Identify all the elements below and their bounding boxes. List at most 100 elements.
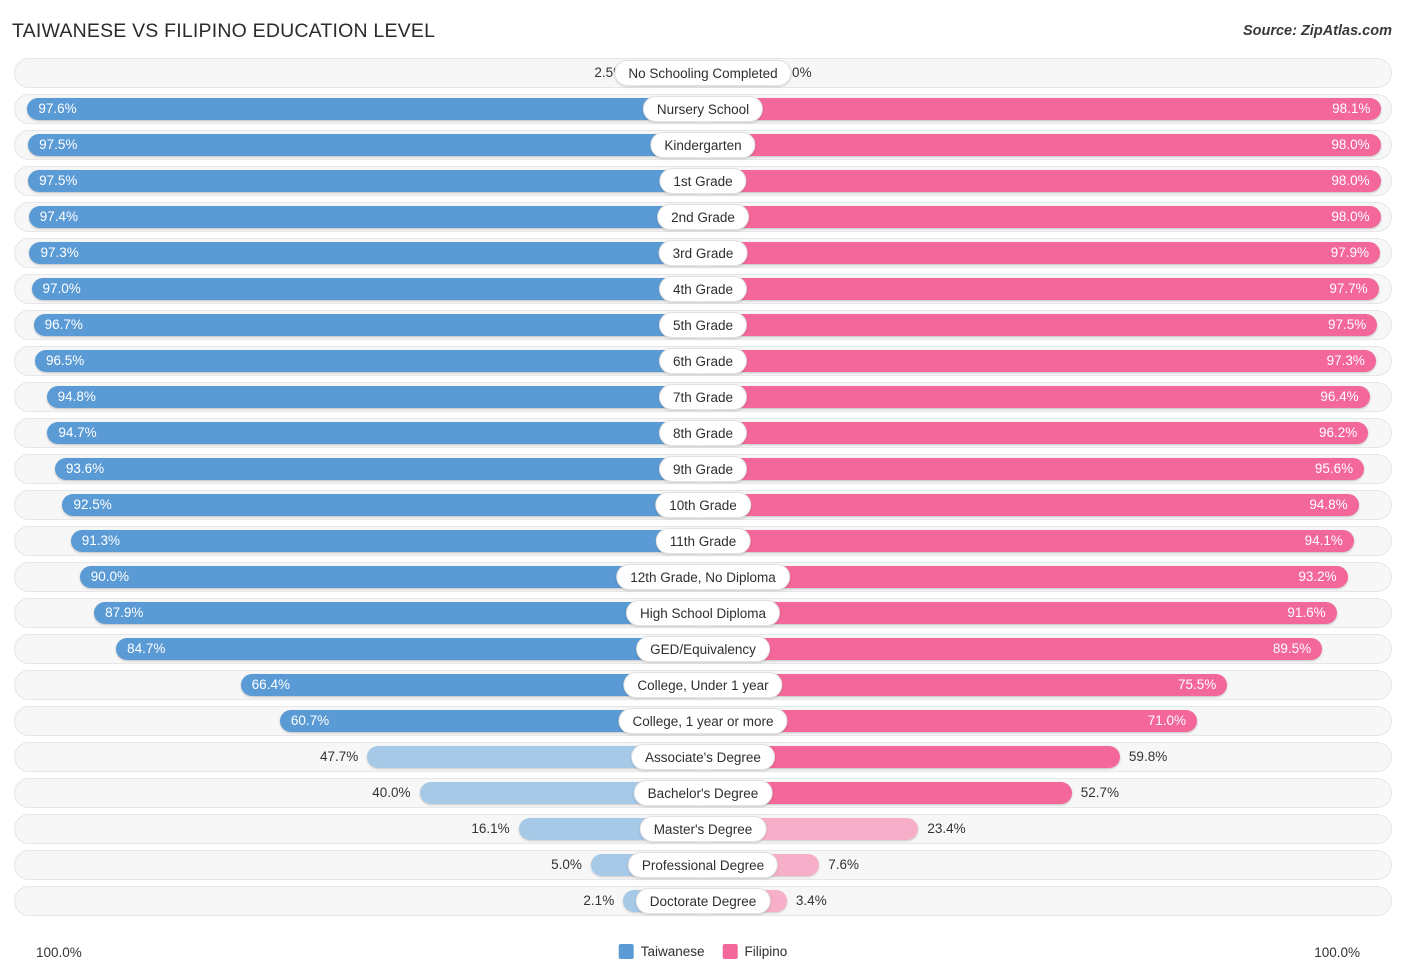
legend-swatch-icon: [618, 944, 634, 959]
category-label: 5th Grade: [658, 312, 748, 338]
bar-taiwanese[interactable]: 97.4%: [28, 206, 703, 228]
bar-taiwanese[interactable]: 87.9%: [94, 602, 703, 624]
bar-value-taiwanese: 97.5%: [39, 137, 78, 152]
legend-label: Filipino: [744, 944, 788, 959]
row-right-half: 2.0%: [703, 59, 1391, 87]
chart-row: 97.0% 97.7% 4th Grade: [14, 274, 1392, 304]
bar-taiwanese[interactable]: 97.6%: [27, 98, 703, 120]
bar-value-filipino: 93.2%: [1298, 569, 1337, 584]
bar-filipino[interactable]: 98.0%: [703, 206, 1381, 228]
bar-taiwanese[interactable]: 96.7%: [33, 314, 703, 336]
bar-filipino[interactable]: 98.1%: [703, 98, 1382, 120]
bar-taiwanese[interactable]: 94.8%: [46, 386, 703, 408]
row-left-half: 87.9%: [15, 599, 703, 627]
row-left-half: 94.8%: [15, 383, 703, 411]
row-right-half: 7.6%: [703, 851, 1391, 879]
bar-taiwanese[interactable]: 97.0%: [31, 278, 703, 300]
bar-value-taiwanese: 97.6%: [38, 101, 77, 116]
bar-value-filipino: 3.4%: [795, 893, 827, 908]
bar-taiwanese[interactable]: 94.7%: [47, 422, 703, 444]
bar-filipino[interactable]: 97.9%: [703, 242, 1380, 264]
category-label: 2nd Grade: [657, 204, 749, 230]
category-label: 3rd Grade: [658, 240, 748, 266]
bar-value-filipino: 98.0%: [1331, 173, 1370, 188]
category-label: Professional Degree: [627, 852, 779, 878]
legend-item[interactable]: Filipino: [722, 944, 788, 959]
bar-filipino[interactable]: 98.0%: [703, 134, 1381, 156]
bar-filipino[interactable]: 91.6%: [703, 602, 1337, 624]
axis-label-left: 100.0%: [36, 945, 82, 960]
bar-taiwanese[interactable]: 96.5%: [34, 350, 703, 372]
bar-value-filipino: 98.0%: [1331, 209, 1370, 224]
row-left-half: 97.5%: [15, 167, 703, 195]
bar-value-filipino: 75.5%: [1177, 677, 1217, 692]
bar-filipino[interactable]: 94.8%: [703, 494, 1359, 516]
chart-row: 93.6% 95.6% 9th Grade: [14, 454, 1392, 484]
bar-value-taiwanese: 93.6%: [65, 461, 105, 476]
row-right-half: 75.5%: [703, 671, 1391, 699]
chart-page: TAIWANESE VS FILIPINO EDUCATION LEVEL So…: [0, 0, 1406, 975]
bar-filipino[interactable]: 94.1%: [703, 530, 1354, 552]
row-left-half: 97.5%: [15, 131, 703, 159]
chart-row: 66.4% 75.5% College, Under 1 year: [14, 670, 1392, 700]
bar-taiwanese[interactable]: 97.5%: [28, 170, 703, 192]
row-right-half: 96.4%: [703, 383, 1391, 411]
source-attribution: Source: ZipAtlas.com: [1242, 23, 1392, 39]
chart-row: 97.6% 98.1% Nursery School: [14, 94, 1392, 124]
bar-filipino[interactable]: 93.2%: [703, 566, 1348, 588]
bar-taiwanese[interactable]: 84.7%: [116, 638, 703, 660]
row-left-half: 16.1%: [15, 815, 703, 843]
category-label: 6th Grade: [658, 348, 748, 374]
chart-row: 94.7% 96.2% 8th Grade: [14, 418, 1392, 448]
bar-filipino[interactable]: 98.0%: [703, 170, 1381, 192]
row-left-half: 92.5%: [15, 491, 703, 519]
chart-row: 16.1% 23.4% Master's Degree: [14, 814, 1392, 844]
chart-row: 97.5% 98.0% 1st Grade: [14, 166, 1392, 196]
bar-value-taiwanese: 97.0%: [42, 281, 81, 296]
bar-value-taiwanese: 96.5%: [45, 353, 85, 368]
bar-value-taiwanese: 40.0%: [372, 785, 411, 800]
row-right-half: 59.8%: [703, 743, 1391, 771]
bar-value-filipino: 97.5%: [1327, 317, 1367, 332]
chart-row: 5.0% 7.6% Professional Degree: [14, 850, 1392, 880]
bar-value-filipino: 94.1%: [1304, 533, 1343, 548]
bar-value-filipino: 91.6%: [1287, 605, 1326, 620]
chart-row: 97.3% 97.9% 3rd Grade: [14, 238, 1392, 268]
bar-taiwanese[interactable]: 97.3%: [29, 242, 703, 264]
bar-filipino[interactable]: 96.2%: [703, 422, 1369, 444]
row-right-half: 52.7%: [703, 779, 1391, 807]
bar-taiwanese[interactable]: 93.6%: [54, 458, 703, 480]
row-left-half: 94.7%: [15, 419, 703, 447]
row-right-half: 91.6%: [703, 599, 1391, 627]
bar-filipino[interactable]: 97.5%: [703, 314, 1378, 336]
bar-filipino[interactable]: 96.4%: [703, 386, 1370, 408]
legend-swatch-icon: [722, 944, 738, 959]
row-right-half: 97.5%: [703, 311, 1391, 339]
bar-filipino[interactable]: 95.6%: [703, 458, 1365, 480]
chart-row: 2.1% 3.4% Doctorate Degree: [14, 886, 1392, 916]
row-right-half: 98.0%: [703, 203, 1391, 231]
category-label: 10th Grade: [655, 492, 751, 518]
bar-filipino[interactable]: 97.7%: [703, 278, 1379, 300]
bar-filipino[interactable]: 97.3%: [703, 350, 1376, 372]
category-label: Master's Degree: [639, 816, 767, 842]
chart-row: 40.0% 52.7% Bachelor's Degree: [14, 778, 1392, 808]
bar-taiwanese[interactable]: 92.5%: [62, 494, 703, 516]
bar-value-taiwanese: 92.5%: [73, 497, 112, 512]
bar-taiwanese[interactable]: 97.5%: [28, 134, 703, 156]
chart-row: 60.7% 71.0% College, 1 year or more: [14, 706, 1392, 736]
legend-item[interactable]: Taiwanese: [618, 944, 705, 959]
bar-taiwanese[interactable]: 91.3%: [70, 530, 703, 552]
row-left-half: 97.4%: [15, 203, 703, 231]
row-left-half: 2.1%: [15, 887, 703, 915]
bar-filipino[interactable]: 89.5%: [703, 638, 1323, 660]
legend-label: Taiwanese: [640, 944, 705, 959]
bar-value-filipino: 52.7%: [1080, 785, 1120, 800]
chart-row: 84.7% 89.5% GED/Equivalency: [14, 634, 1392, 664]
row-right-half: 89.5%: [703, 635, 1391, 663]
bar-value-filipino: 97.3%: [1326, 353, 1365, 368]
row-left-half: 40.0%: [15, 779, 703, 807]
category-label: Bachelor's Degree: [633, 780, 773, 806]
row-right-half: 93.2%: [703, 563, 1391, 591]
bar-taiwanese[interactable]: 90.0%: [79, 566, 703, 588]
